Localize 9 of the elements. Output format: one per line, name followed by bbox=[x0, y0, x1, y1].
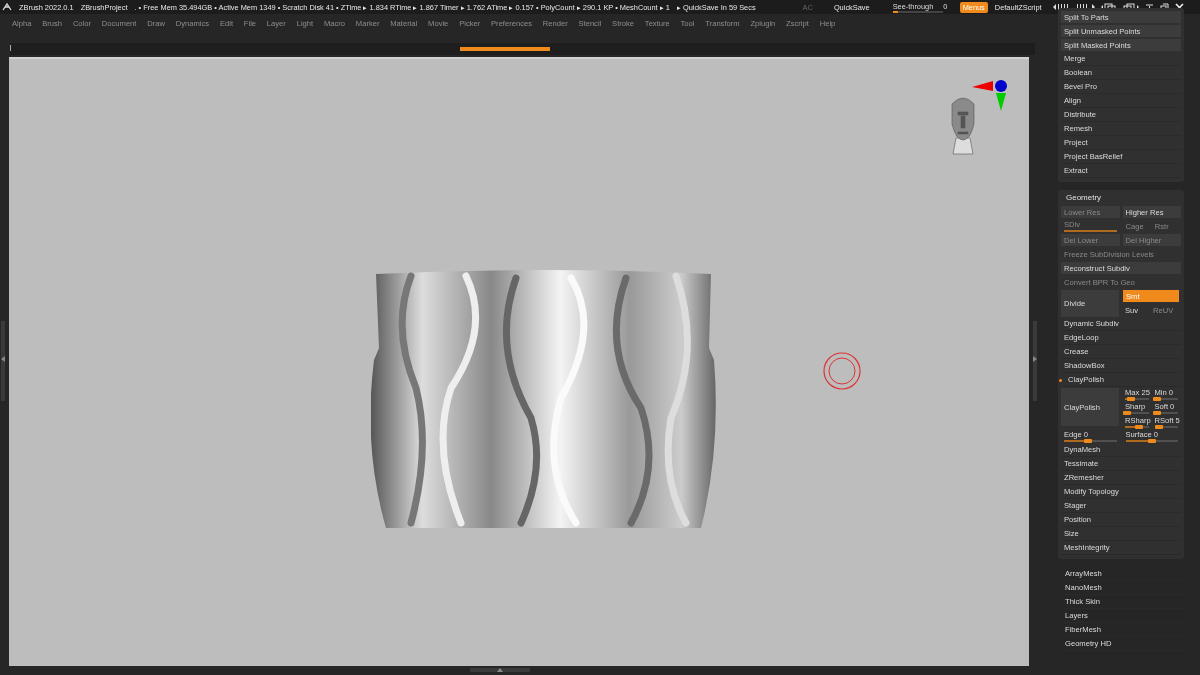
panel-handle-icon[interactable] bbox=[470, 667, 530, 674]
strip-marker bbox=[10, 45, 11, 52]
panel-handle-icon[interactable] bbox=[0, 321, 6, 401]
app-logo-icon[interactable] bbox=[2, 2, 12, 12]
metal-vase-drawing[interactable] bbox=[371, 267, 717, 530]
section-title[interactable]: Geometry bbox=[1061, 192, 1181, 205]
scroll-right-icon[interactable] bbox=[1076, 3, 1095, 11]
scroll-indicator[interactable] bbox=[460, 47, 550, 52]
panel-handle-icon[interactable] bbox=[1032, 321, 1038, 401]
